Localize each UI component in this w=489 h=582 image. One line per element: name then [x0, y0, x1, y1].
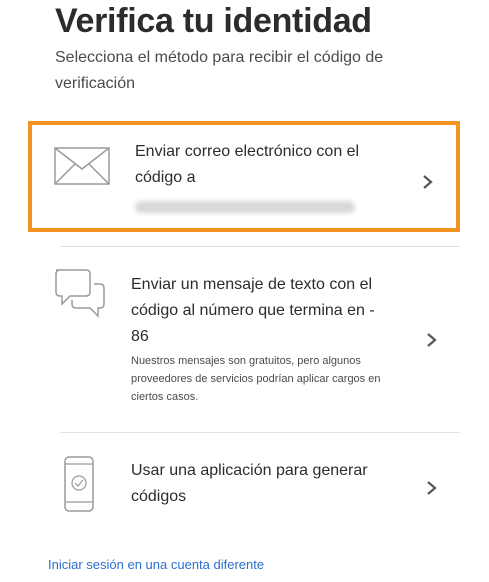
divider: [60, 432, 460, 433]
option-email[interactable]: Enviar correo electrónico con el código …: [28, 121, 460, 232]
chevron-right-icon: [426, 480, 438, 496]
chevron-right-icon: [422, 174, 434, 190]
chevron-right-icon: [426, 332, 438, 348]
option-app-label: Usar una aplicación para generar códigos: [131, 462, 368, 505]
page-subtitle: Selecciona el método para recibir el cód…: [55, 49, 384, 92]
option-sms[interactable]: Enviar un mensaje de texto con el código…: [28, 262, 460, 417]
redacted-email: [135, 201, 355, 213]
option-authenticator-app[interactable]: Usar una aplicación para generar códigos: [28, 448, 460, 528]
envelope-icon: [54, 147, 110, 190]
option-sms-note: Nuestros mensajes son gratuitos, pero al…: [131, 355, 381, 403]
chat-bubbles-icon: [52, 266, 108, 327]
option-sms-label: Enviar un mensaje de texto con el código…: [131, 276, 375, 345]
option-email-label: Enviar correo electrónico con el código …: [135, 143, 360, 186]
phone-check-icon: [64, 456, 94, 517]
switch-account-link[interactable]: Iniciar sesión en una cuenta diferente: [48, 557, 264, 572]
page-title: Verifica tu identidad: [55, 2, 372, 40]
divider: [60, 246, 460, 247]
